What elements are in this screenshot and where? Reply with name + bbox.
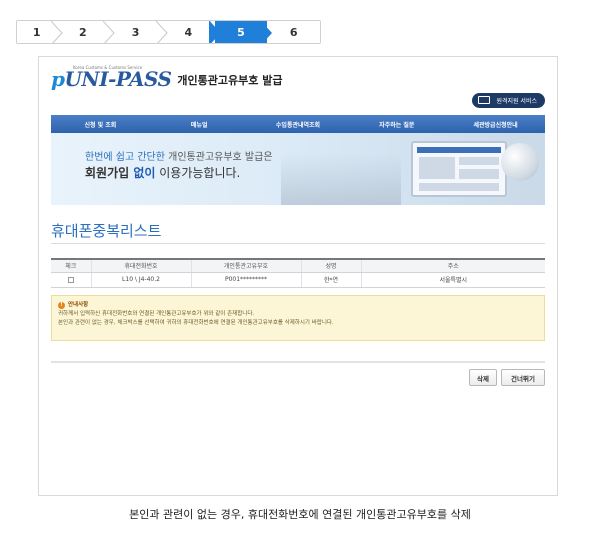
table-row: L10 \ J4-40.2 P001********* 한*연 서울특별시 [51,272,545,288]
monitor-icon [478,96,491,104]
logo-mark: pUNI-PASS [51,67,172,91]
remote-support-label: 원격지원 서비스 [496,98,537,105]
step-label: 4 [184,25,193,39]
col-customs-code: 개인통관고유부호 [190,258,301,273]
chevron-right-icon [261,21,273,43]
nav-import-history[interactable]: 수입통관내역조회 [249,115,348,133]
logo-text: UNI-PASS [64,67,172,91]
step-4: 4 [162,21,221,43]
app-title: 개인통관고유부호 발급 [177,74,283,87]
banner-text: 개인통관고유부호 발급은 [164,152,273,163]
section-title: 휴대폰중복리스트 [51,222,162,240]
logo-tagline: Korea Customs & Customs Service [73,65,143,70]
step-label: 2 [79,25,87,39]
nav-faq[interactable]: 자주하는 질문 [347,115,446,133]
notice-line-1: 귀하께서 입력하신 휴대전화번호와 연결된 개인통관고유부호가 위와 같이 존재… [58,311,255,317]
table-header-row: 체크 휴대전화번호 개인통관고유부호 성명 주소 [51,258,545,273]
city-illustration [281,153,401,205]
screenshot-card: Korea Customs & Customs Service pUNI-PAS… [38,56,558,496]
nav-manual[interactable]: 매뉴얼 [150,115,249,133]
duplicate-phone-table: 체크 휴대전화번호 개인통관고유부호 성명 주소 L10 \ J4-40.2 P… [51,258,545,288]
figure-caption: 본인과 관련이 없는 경우, 휴대전화번호에 연결된 개인통관고유부호를 삭제 [129,508,471,521]
chevron-right-icon [155,21,168,43]
chevron-right-icon [103,21,115,43]
nav-apply[interactable]: 신청 및 조회 [51,115,150,133]
row-checkbox-cell [51,272,91,288]
step-label: 1 [32,25,41,39]
row-checkbox[interactable] [67,276,74,283]
col-address: 주소 [360,258,545,273]
notice-box: ! 안내사항 귀하께서 입력하신 휴대전화번호와 연결된 개인통관고유부호가 위… [51,295,545,341]
banner-line-1: 한번에 쉽고 간단한 개인통관고유부호 발급은 [85,148,273,163]
nav-customs-guide[interactable]: 세관방급신청안내 [446,115,545,133]
chevron-right-icon [208,21,221,43]
chevron-right-icon [50,21,63,43]
banner-line-2: 회원가입 없이 이용가능합니다. [85,164,240,181]
notice-header: ! 안내사항 [58,301,538,310]
logo-prefix: p [51,67,65,91]
banner-highlight: 한번에 쉽고 간단한 [85,152,165,163]
banner-highlight-2: 없이 [129,166,156,180]
skip-button[interactable]: 건너뛰기 [501,369,545,386]
step-progress-bar: 1 2 3 4 5 6 [16,20,321,44]
banner-emphasis: 회원가입 [85,166,130,180]
col-phone: 휴대전화번호 [90,258,191,273]
notice-title: 안내사항 [68,302,89,308]
promo-banner: 한번에 쉽고 간단한 개인통관고유부호 발급은 회원가입 없이 이용가능합니다. [51,133,545,205]
step-label: 3 [131,25,140,39]
step-2: 2 [57,21,115,43]
divider [51,243,545,244]
customs-code-cell: P001********* [190,272,301,288]
step-3: 3 [109,21,168,43]
step-label: 6 [289,25,298,39]
step-label: 5 [237,25,245,39]
col-check: 체크 [51,258,91,273]
phone-cell: L10 \ J4-40.2 [90,272,191,288]
notice-line-2: 본인과 관련이 없는 경우, 체크박스를 선택하여 귀하의 휴대전화번호에 연결… [58,320,334,326]
step-1: 1 [17,21,63,43]
banner-text-2: 이용가능합니다. [155,166,241,180]
unipass-logo[interactable]: Korea Customs & Customs Service pUNI-PAS… [51,65,283,91]
globe-illustration [501,143,539,181]
name-cell: 한*연 [300,272,361,288]
warning-icon: ! [58,302,65,309]
address-cell: 서울특별시 [360,272,545,288]
remote-support-button[interactable]: 원격지원 서비스 [472,93,545,108]
step-5-active: 5 [214,21,273,43]
monitor-illustration [411,141,507,197]
delete-button[interactable]: 삭제 [469,369,497,386]
main-nav: 신청 및 조회 매뉴얼 수입통관내역조회 자주하는 질문 세관방급신청안내 [51,115,545,133]
divider [51,361,545,363]
col-name: 성명 [300,258,361,273]
step-6: 6 [267,21,320,43]
